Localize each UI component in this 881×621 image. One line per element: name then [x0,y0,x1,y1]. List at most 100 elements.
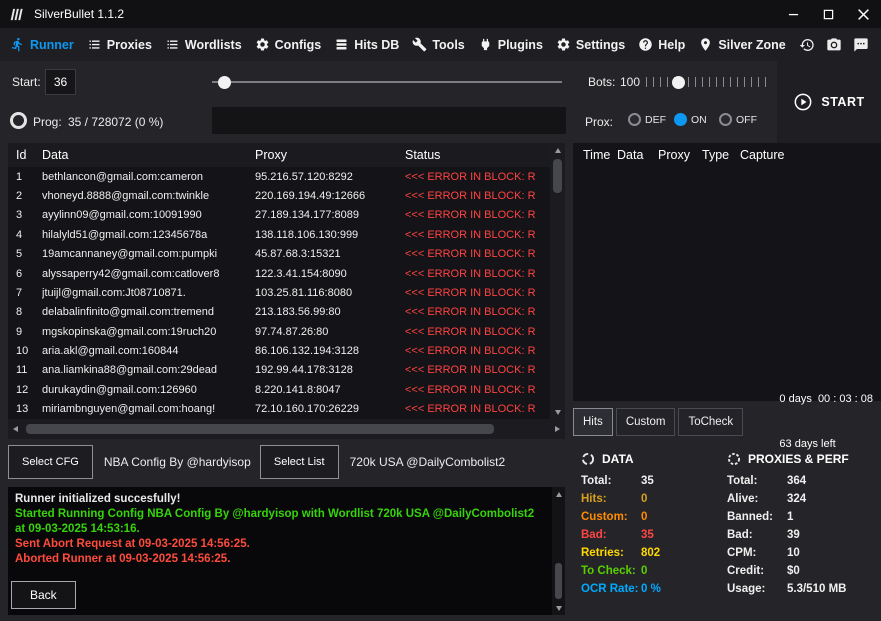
table-row[interactable]: 9 mgskopinska@gmail.com:19ruch20 97.74.8… [8,322,550,341]
nav-item-configs[interactable]: Configs [255,37,321,52]
bots-slider[interactable] [646,72,772,92]
nav-item-settings[interactable]: Settings [556,37,625,52]
nav-item-runner[interactable]: Runner [10,37,74,52]
tab-tocheck[interactable]: ToCheck [678,408,744,436]
column-header-time[interactable]: Time [573,143,617,167]
table-row[interactable]: 6 alyssaperry42@gmail.com:catlover8 122.… [8,264,550,283]
history-button[interactable] [799,37,815,53]
stat-item: Custom: 0 [581,511,699,523]
cell-id: 3 [16,209,23,222]
column-header-id[interactable]: Id [8,143,42,167]
progress-bar [212,107,566,134]
nav-label: Tools [432,37,465,52]
nav-item-tools[interactable]: Tools [412,37,465,52]
start-panel: START [777,61,881,143]
prox-radio-off[interactable]: OFF [719,113,757,126]
close-button[interactable] [846,0,881,28]
table-row[interactable]: 2 vhoneyd.8888@gmail.com:twinkle 220.169… [8,186,550,205]
prox-radio-on[interactable]: ON [674,113,707,126]
cell-proxy: 213.183.56.99:80 [255,306,341,319]
main-nav: Runner Proxies Wordlists Configs Hits DB… [0,28,881,61]
maximize-button[interactable] [811,0,846,28]
log-line: Sent Abort Request at 09-03-2025 14:56:2… [15,538,250,550]
slider-thumb[interactable] [218,76,231,89]
scrollbar-thumb[interactable] [26,424,494,434]
main-content: Id Data Proxy Status 1 bethlancon@gmail.… [0,143,881,450]
table-row[interactable]: 13 miriambnguyen@gmail.com:hoang! 72.10.… [8,400,550,420]
play-icon [794,93,812,111]
column-header-capture[interactable]: Capture [740,143,881,167]
stat-item: To Check: 0 [581,565,699,577]
column-header-status[interactable]: Status [405,143,550,167]
scroll-up-button[interactable] [550,143,565,157]
stat-label: CPM: [727,547,757,559]
cell-data: miriambnguyen@gmail.com:hoang! [42,403,216,416]
scroll-down-button[interactable] [552,601,565,615]
select-list-button[interactable]: Select List [259,445,339,479]
table-row[interactable]: 3 ayylinn09@gmail.com:10091990 27.189.13… [8,206,550,225]
prox-radio-def[interactable]: DEF [628,113,666,126]
start-input[interactable] [45,69,76,95]
cell-status: <<< ERROR IN BLOCK: R [405,383,536,396]
stat-value: 324 [787,493,807,505]
column-header-data[interactable]: Data [42,143,255,167]
nav-item-silver-zone[interactable]: Silver Zone [698,37,786,52]
column-header-data[interactable]: Data [617,143,658,167]
wrench-icon [412,37,427,52]
select-cfg-button[interactable]: Select CFG [8,445,93,479]
scroll-left-button[interactable] [8,422,23,436]
table-row[interactable]: 12 durukaydin@gmail.com:126960 8.220.141… [8,380,550,399]
scrollbar-thumb[interactable] [553,159,562,193]
cell-status: <<< ERROR IN BLOCK: R [405,345,536,358]
stat-item: Usage: 5.3/510 MB [727,583,849,595]
nav-item-hits-db[interactable]: Hits DB [334,37,399,52]
log-scrollbar[interactable] [552,487,565,615]
camera-button[interactable] [826,37,842,53]
table-row[interactable]: 8 delabalinfinito@gmail.com:tremend 213.… [8,303,550,322]
table-row[interactable]: 10 aria.akl@gmail.com:160844 86.106.132.… [8,341,550,360]
cell-id: 10 [16,345,29,358]
table-row[interactable]: 4 hilalyld51@gmail.com:12345678a 138.118… [8,225,550,244]
cell-status: <<< ERROR IN BLOCK: R [405,267,536,280]
slider-ticks [646,77,772,87]
wordlist-name: 720k USA @DailyCombolist2 [349,455,506,469]
log-line: Aborted Runner at 09-03-2025 14:56:25. [15,553,231,565]
table-row[interactable]: 11 ana.liamkina88@gmail.com:29dead 192.9… [8,361,550,380]
table-row[interactable]: 7 jtuijl@gmail.com:Jt08710871. 103.25.81… [8,283,550,302]
nav-item-proxies[interactable]: Proxies [87,37,152,52]
start-slider[interactable] [212,72,562,92]
tab-hits[interactable]: Hits [573,408,613,436]
nav-item-help[interactable]: Help [638,37,685,52]
cell-status: <<< ERROR IN BLOCK: R [405,248,536,261]
radio-circle-icon [674,113,687,126]
scrollbar-thumb[interactable] [555,563,562,599]
scroll-up-button[interactable] [552,487,565,501]
back-button[interactable]: Back [11,581,76,609]
column-header-proxy[interactable]: Proxy [255,143,405,167]
start-button[interactable]: START [793,92,864,112]
column-header-proxy[interactable]: Proxy [658,143,702,167]
window-controls [776,0,881,28]
nav-item-plugins[interactable]: Plugins [478,37,543,52]
scroll-down-button[interactable] [550,405,565,419]
scroll-right-button[interactable] [550,422,565,436]
table-row[interactable]: 5 19amcannaney@gmail.com:pumpki 45.87.68… [8,245,550,264]
minimize-button[interactable] [776,0,811,28]
stat-item: Bad: 35 [581,529,699,541]
nav-label: Proxies [106,37,152,52]
slider-track [212,81,562,83]
table-row[interactable]: 1 bethlancon@gmail.com:cameron 95.216.57… [8,167,550,186]
nav-item-wordlists[interactable]: Wordlists [165,37,242,52]
cell-status: <<< ERROR IN BLOCK: R [405,286,536,299]
slider-thumb[interactable] [672,76,685,89]
column-header-type[interactable]: Type [702,143,740,167]
proxies-globe-icon [727,452,741,466]
nav-label: Runner [30,37,74,52]
cell-id: 9 [16,325,23,338]
horizontal-scrollbar[interactable] [8,419,565,439]
stat-value: 1 [787,511,794,523]
tab-custom[interactable]: Custom [615,408,676,436]
vertical-scrollbar[interactable] [550,143,565,419]
chat-button[interactable] [853,37,869,53]
cell-data: vhoneyd.8888@gmail.com:twinkle [42,190,210,203]
